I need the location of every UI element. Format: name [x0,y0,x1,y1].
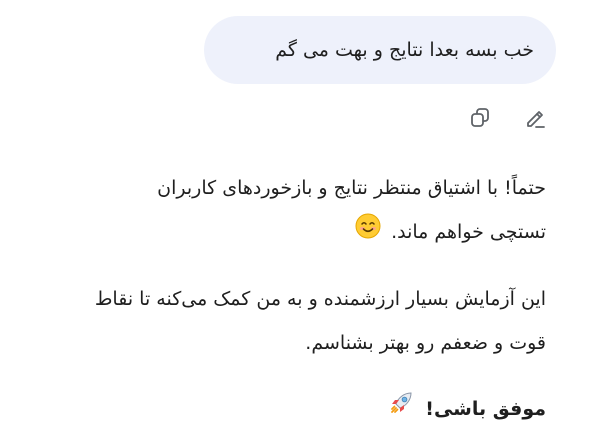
edit-button[interactable] [522,104,550,132]
assistant-paragraph-1-line-2-text: تستچی خواهم ماند. [391,221,546,243]
assistant-paragraph-2-line-1: این آزمایش بسیار ارزشمنده و به من کمک می… [94,287,546,310]
assistant-paragraph-3-text: موفق باشی! [425,397,546,420]
user-message-text: خب بسه بعدا نتایج و بهت می گم [275,39,534,61]
assistant-paragraph-1: حتماً! با اشتیاق منتظر نتایج و بازخوردها… [36,166,546,255]
copy-button[interactable] [466,104,494,132]
assistant-paragraph-3: موفق باشی! [36,387,546,432]
copy-icon [471,108,489,127]
assistant-message: حتماً! با اشتیاق منتظر نتایج و بازخوردها… [36,166,546,431]
assistant-paragraph-2: این آزمایش بسیار ارزشمنده و به من کمک می… [36,277,546,365]
assistant-paragraph-1-line-2: تستچی خواهم ماند. [36,210,546,255]
smiling-face-emoji-icon [355,211,381,255]
assistant-paragraph-1-line-1: حتماً! با اشتیاق منتظر نتایج و بازخوردها… [157,177,546,199]
rocket-emoji-icon [389,387,415,431]
assistant-paragraph-2-line-2: قوت و ضعفم رو بهتر بشناسم. [305,331,546,354]
user-message-bubble: خب بسه بعدا نتایج و بهت می گم [204,16,556,84]
edit-pencil-icon [527,111,545,128]
message-actions [466,104,550,132]
